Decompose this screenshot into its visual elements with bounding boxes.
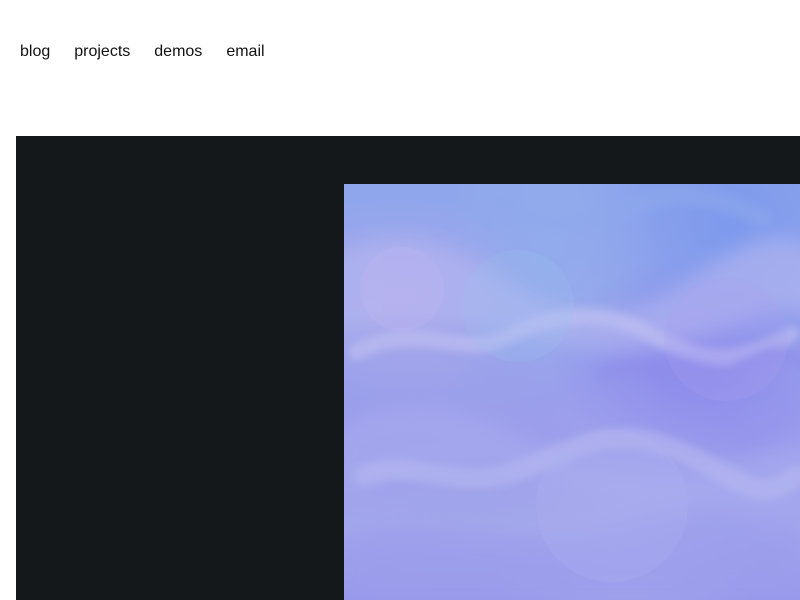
nav-projects-link[interactable]: projects bbox=[74, 41, 130, 63]
nav-email-link[interactable]: email bbox=[226, 41, 264, 63]
cloud-highlight bbox=[360, 247, 444, 331]
cloud-highlight bbox=[462, 250, 574, 362]
hero-panel bbox=[16, 136, 800, 600]
nav-blog-link[interactable]: blog bbox=[20, 41, 50, 63]
cloud-vein-shape bbox=[495, 186, 773, 234]
nav-demos-link[interactable]: demos bbox=[154, 41, 202, 63]
cloud-texture-artwork bbox=[344, 186, 800, 600]
hero-image-cloud-texture bbox=[344, 184, 800, 600]
cloud-highlight bbox=[664, 277, 788, 401]
page: blog projects demos email bbox=[0, 0, 800, 600]
cloud-highlight bbox=[536, 430, 688, 582]
top-navigation: blog projects demos email bbox=[20, 41, 265, 63]
